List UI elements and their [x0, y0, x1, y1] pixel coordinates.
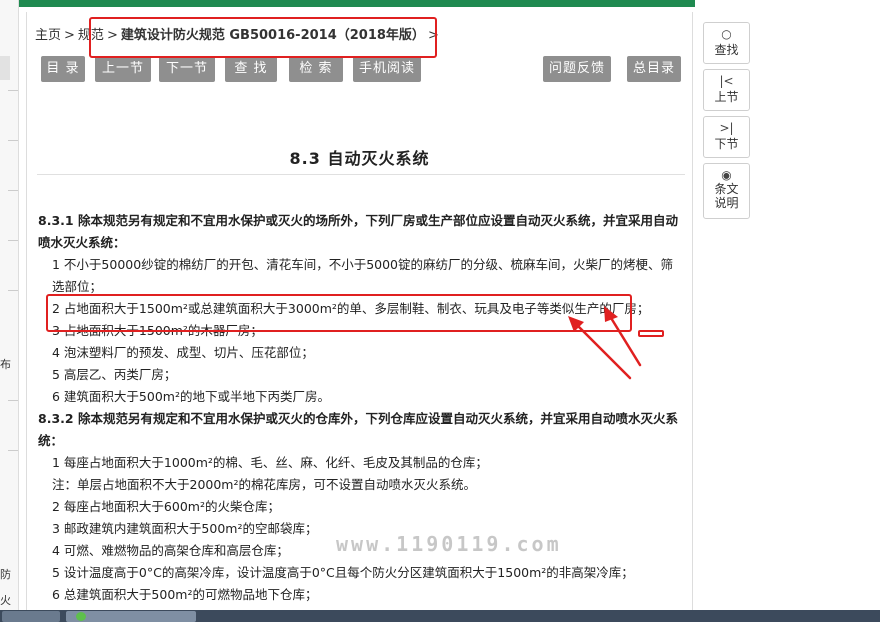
watermark: www.1190119.com [336, 532, 562, 556]
taskbar [0, 610, 880, 622]
master-toc-button[interactable]: 总目录 [627, 56, 681, 82]
skip-forward-icon: >| [719, 121, 734, 135]
list-item: 5 设计温度高于0°C的高架冷库，设计温度高于0°C且每个防火分区建筑面积大于1… [52, 565, 634, 580]
search-button[interactable]: 检 索 [289, 56, 343, 82]
left-nav-divider [8, 140, 18, 141]
annotation-underline [638, 330, 664, 337]
breadcrumb-highlight-box [89, 17, 437, 58]
skip-back-icon: |< [719, 74, 734, 88]
find-side-button[interactable]: ○ 查找 [703, 22, 750, 64]
list-item: 2 每座占地面积大于600m²的火柴仓库； [52, 499, 280, 514]
prev-section-button[interactable]: 上一节 [95, 56, 151, 82]
item-highlight-box [46, 294, 632, 332]
explain-side-button[interactable]: ◉ 条文说明 [703, 163, 750, 219]
search-icon: ○ [721, 27, 732, 41]
next-side-button[interactable]: >| 下节 [703, 116, 750, 158]
taskbar-item[interactable] [2, 611, 60, 622]
list-item: 6 建筑面积大于500m²的地下或半地下丙类厂房。 [52, 389, 330, 404]
clause-8-3-1: 8.3.1 除本规范另有规定和不宜用水保护或灭火的场所外，下列厂房或生产部位应设… [38, 213, 678, 250]
eye-icon: ◉ [721, 168, 732, 182]
explain-side-label: 条文说明 [714, 182, 739, 210]
left-nav-divider [8, 190, 18, 191]
list-item: 1 每座占地面积大于1000m²的棉、毛、丝、麻、化纤、毛皮及其制品的仓库； [52, 455, 488, 470]
left-nav-divider [8, 290, 18, 291]
find-side-label: 查找 [714, 43, 739, 57]
list-item: 4 泡沫塑料厂的预发、成型、切片、压花部位； [52, 345, 314, 360]
note-item: 注：单层占地面积不大于2000m²的棉花库房，可不设置自动喷水灭火系统。 [52, 477, 477, 492]
clause-8-3-2: 8.3.2 除本规范另有规定和不宜用水保护或灭火的仓库外，下列仓库应设置自动灭火… [38, 411, 678, 448]
prev-side-button[interactable]: |< 上节 [703, 69, 750, 111]
list-item: 1 不小于50000纱锭的棉纺厂的开包、清花车间，不小于5000锭的麻纺厂的分级… [52, 257, 674, 294]
app-icon [76, 612, 86, 621]
title-divider [37, 174, 685, 175]
left-nav-text: 防 [0, 568, 11, 581]
next-section-button[interactable]: 下一节 [159, 56, 215, 82]
next-side-label: 下节 [714, 137, 739, 151]
prev-side-label: 上节 [714, 90, 739, 104]
section-title: 8.3 自动灭火系统 [289, 149, 430, 168]
left-nav-text: 布 [0, 358, 11, 371]
list-item: 6 总建筑面积大于500m²的可燃物品地下仓库； [52, 587, 318, 602]
left-nav-strip[interactable]: 布 防 火 [0, 0, 19, 610]
left-nav-divider [8, 90, 18, 91]
breadcrumb-home[interactable]: 主页 [35, 28, 61, 43]
list-item: 5 高层乙、丙类厂房； [52, 367, 177, 382]
top-accent-bar [0, 0, 695, 7]
left-nav-divider [8, 400, 18, 401]
left-nav-divider [8, 240, 18, 241]
left-nav-selected [0, 56, 10, 80]
toc-button[interactable]: 目 录 [41, 56, 85, 82]
left-nav-text: 火 [0, 594, 11, 607]
feedback-button[interactable]: 问题反馈 [543, 56, 611, 82]
find-button[interactable]: 查 找 [225, 56, 277, 82]
left-nav-divider [8, 450, 18, 451]
mobile-read-button[interactable]: 手机阅读 [353, 56, 421, 82]
